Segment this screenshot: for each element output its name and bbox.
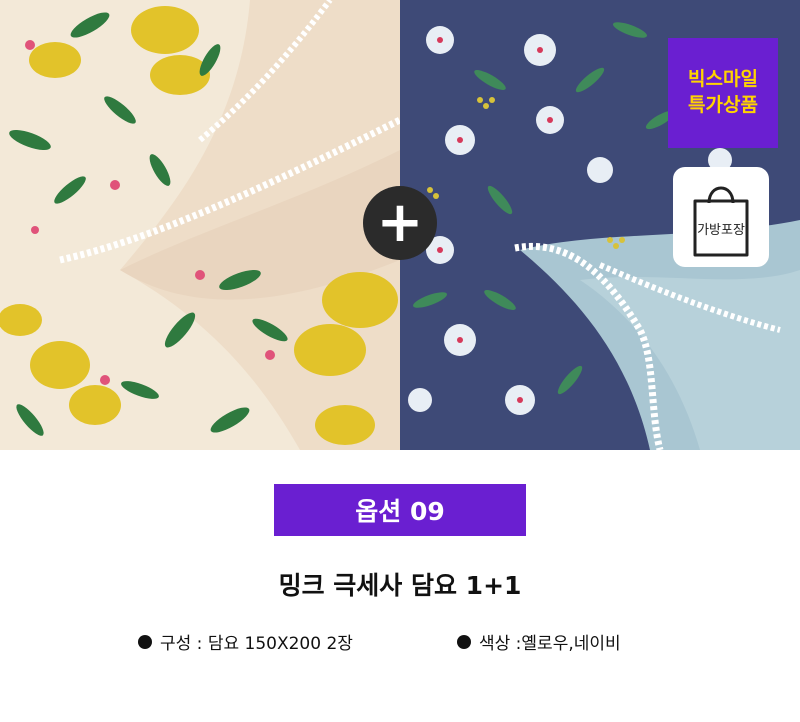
promo-badge: 빅스마일 특가상품: [668, 38, 778, 148]
promo-badge-line2: 특가상품: [688, 94, 758, 116]
plus-icon: +: [363, 186, 437, 260]
yellow-blanket-photo: [0, 0, 400, 450]
gift-bag-card: 가방포장: [673, 167, 769, 267]
spec-composition-text: 구성 : 담요 150X200 2장: [160, 634, 353, 654]
bullet-icon: [138, 634, 152, 649]
option-label: 옵션 09: [274, 484, 526, 536]
shopping-bag-icon: [693, 186, 749, 257]
product-title: 밍크 극세사 담요 1+1: [278, 571, 522, 600]
spec-composition: 구성 : 담요 150X200 2장: [138, 629, 353, 654]
bag-label: 가방포장: [697, 223, 745, 238]
bullet-icon: [457, 634, 471, 649]
promo-badge-line1: 빅스마일: [688, 68, 758, 91]
spec-color: 색상 :옐로우,네이비: [457, 629, 621, 654]
spec-color-text: 색상 :옐로우,네이비: [479, 634, 621, 654]
